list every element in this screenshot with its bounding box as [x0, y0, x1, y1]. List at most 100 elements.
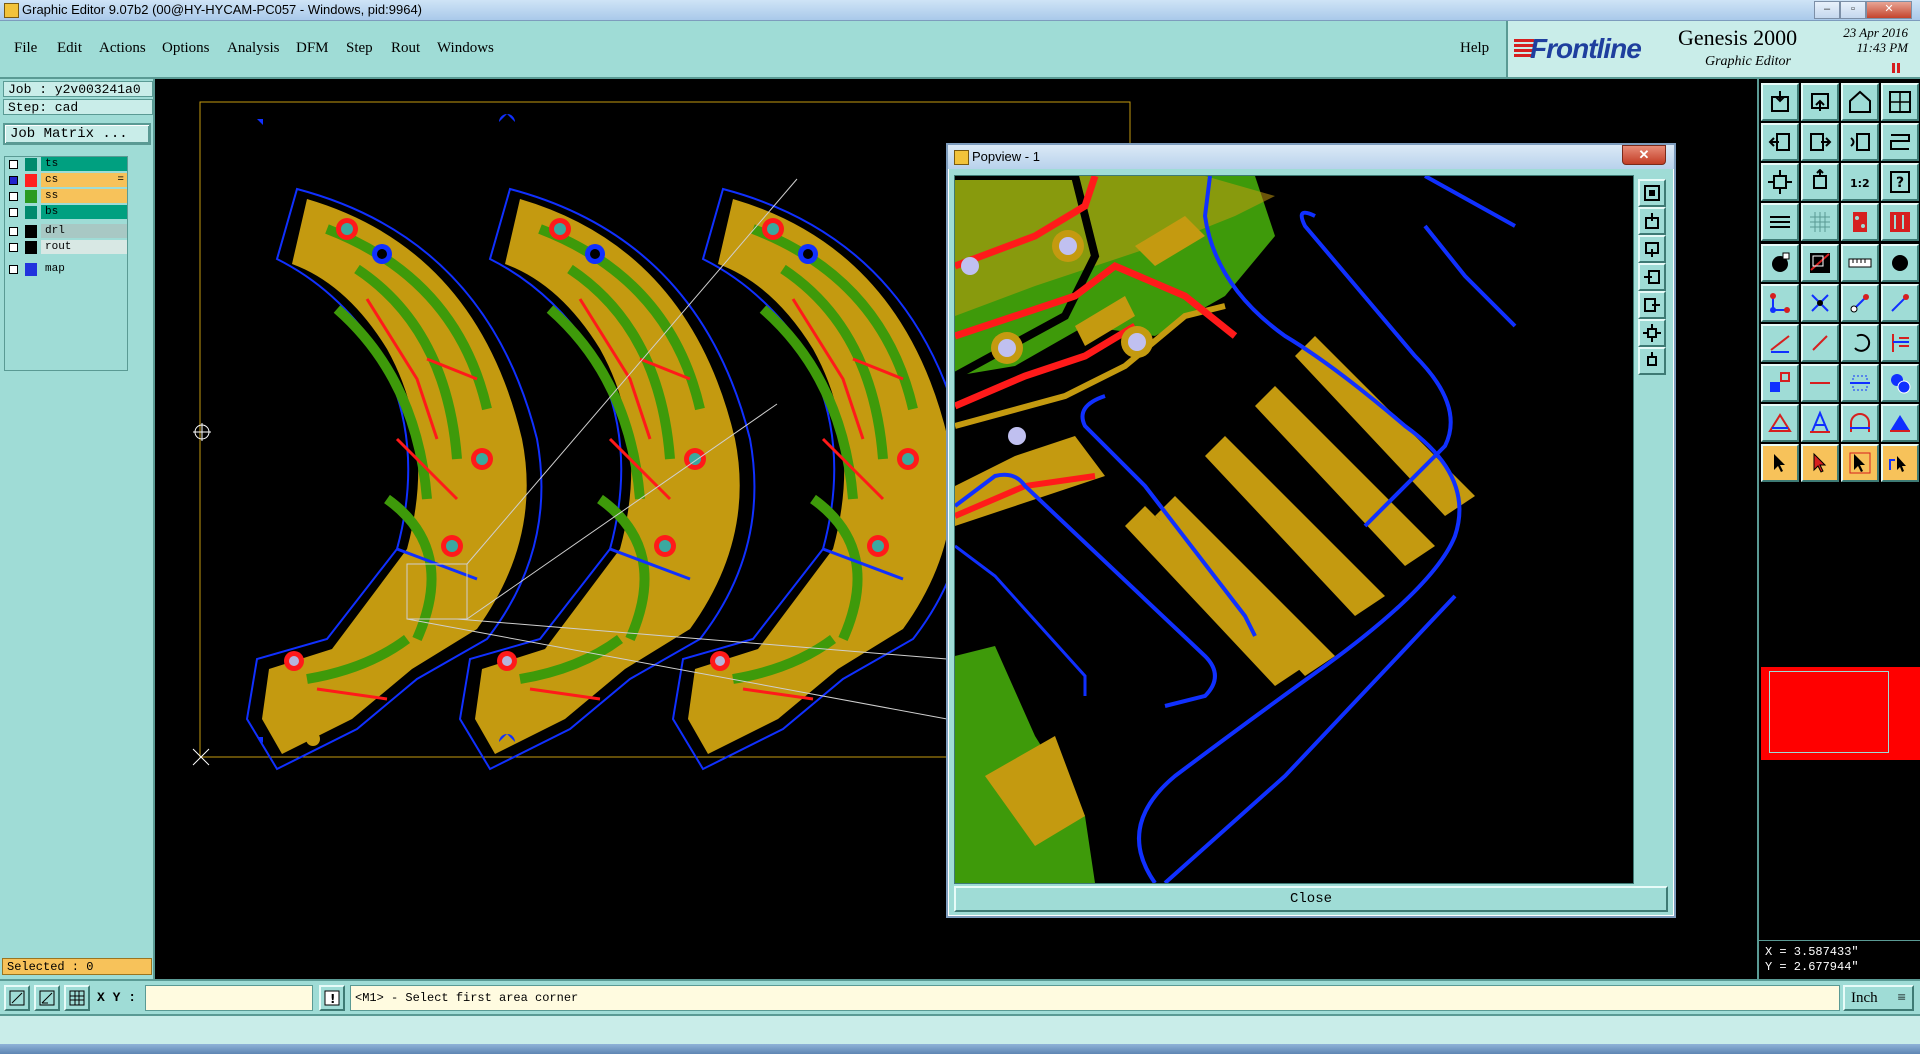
help-query-icon[interactable]: ? [1881, 163, 1919, 201]
layer-compare-icon[interactable] [1841, 203, 1879, 241]
zoom-fit-icon[interactable] [1761, 163, 1799, 201]
job-matrix-button[interactable]: Job Matrix ... [3, 123, 151, 145]
redraw-icon[interactable] [1841, 123, 1879, 161]
measure-mode-icon[interactable] [34, 985, 60, 1011]
arc-surface-icon[interactable] [1841, 404, 1879, 442]
resize-feature-icon[interactable] [1761, 364, 1799, 402]
layer-checkbox[interactable] [9, 243, 18, 252]
layer-color-swatch[interactable] [25, 263, 37, 276]
grid-snap-icon[interactable] [64, 985, 90, 1011]
layer-checkbox[interactable] [9, 227, 18, 236]
menu-edit[interactable]: Edit [57, 40, 82, 57]
popview-pan-right-icon[interactable] [1638, 291, 1666, 319]
layer-row-cs[interactable]: cs = [5, 173, 127, 188]
popview-zoom-in-icon[interactable] [1638, 235, 1666, 263]
layer-checkbox[interactable] [9, 160, 18, 169]
popview-close-button[interactable]: Close [954, 886, 1668, 912]
grid-icon[interactable] [1801, 203, 1839, 241]
arc-icon[interactable] [1841, 324, 1879, 362]
zoom-home-icon[interactable] [1761, 83, 1799, 121]
parallel-lines-icon[interactable] [1881, 324, 1919, 362]
layer-row-bs[interactable]: bs [5, 205, 127, 220]
delete-node-icon[interactable] [1801, 284, 1839, 322]
diagonal-line-icon[interactable] [1801, 324, 1839, 362]
layer-row-map[interactable]: map [5, 262, 127, 277]
layer-color-swatch[interactable] [25, 241, 37, 254]
select-pointer-icon[interactable] [1761, 444, 1799, 482]
xy-input[interactable] [145, 985, 313, 1011]
select-net-icon[interactable] [1841, 444, 1879, 482]
horizontal-line-icon[interactable] [1801, 364, 1839, 402]
surface-icon[interactable] [1761, 404, 1799, 442]
pattern-icon[interactable] [1881, 404, 1919, 442]
menu-actions[interactable]: Actions [99, 40, 146, 57]
popview-zoom-home-icon[interactable] [1638, 207, 1666, 235]
menu-file[interactable]: File [14, 40, 37, 57]
popview-zoomed-drawing[interactable] [955, 176, 1633, 883]
snap-icon[interactable] [1881, 123, 1919, 161]
zoom-out-icon[interactable] [1801, 163, 1839, 201]
snap-grid-icon[interactable] [1841, 364, 1879, 402]
zoom-area-icon[interactable] [4, 985, 30, 1011]
home-view-icon[interactable] [1841, 83, 1879, 121]
layer-color-swatch[interactable] [25, 206, 37, 219]
pan-left-icon[interactable] [1761, 123, 1799, 161]
draw-line-icon[interactable] [1801, 244, 1839, 282]
minimize-icon[interactable]: – [1814, 1, 1840, 19]
select-polygon-icon[interactable] [1881, 444, 1919, 482]
layer-checkbox[interactable] [9, 192, 18, 201]
layer-checkbox[interactable] [9, 176, 18, 185]
brand-area: Frontline Genesis 2000 Graphic Editor 23… [1506, 21, 1920, 79]
slant-line-icon[interactable] [1761, 324, 1799, 362]
scale-ratio-icon[interactable]: 1:2 [1841, 163, 1879, 201]
pan-right-icon[interactable] [1801, 123, 1839, 161]
layer-row-ss[interactable]: ss [5, 189, 127, 204]
menu-options[interactable]: Options [162, 40, 210, 57]
layer-checkbox[interactable] [9, 208, 18, 217]
layer-row-rout[interactable]: rout [5, 240, 127, 255]
connect-nodes-icon[interactable] [1761, 284, 1799, 322]
net-highlight-icon[interactable] [1881, 203, 1919, 241]
menu-dfm[interactable]: DFM [296, 40, 329, 57]
layer-name: ts [41, 157, 127, 171]
maximize-icon[interactable]: ▫ [1840, 1, 1866, 19]
overview-map[interactable] [1761, 667, 1920, 760]
warning-icon[interactable]: ! [319, 985, 345, 1011]
text-feature-icon[interactable] [1801, 404, 1839, 442]
menu-step[interactable]: Step [346, 40, 373, 57]
layer-color-swatch[interactable] [25, 225, 37, 238]
popview-zoom-window-icon[interactable] [1638, 179, 1666, 207]
pad-icon[interactable] [1881, 244, 1919, 282]
zoom-in-icon[interactable] [1801, 83, 1839, 121]
layer-row-ts[interactable]: ts [5, 157, 127, 172]
layer-checkbox[interactable] [9, 265, 18, 274]
layer-name: map [41, 262, 127, 276]
window-split-icon[interactable] [1881, 83, 1919, 121]
measure-icon[interactable] [1761, 203, 1799, 241]
copy-feature-icon[interactable] [1881, 364, 1919, 402]
overview-viewport-frame[interactable] [1769, 671, 1889, 753]
popview-close-icon[interactable]: ✕ [1622, 145, 1666, 165]
menu-rout[interactable]: Rout [391, 40, 420, 57]
layer-color-swatch[interactable] [25, 158, 37, 171]
menu-help[interactable]: Help [1460, 40, 1489, 57]
menu-analysis[interactable]: Analysis [227, 40, 280, 57]
popview-pan-left-icon[interactable] [1638, 263, 1666, 291]
ruler-icon[interactable] [1841, 244, 1879, 282]
popview-canvas[interactable] [954, 175, 1634, 884]
layer-row-drl[interactable]: drl [5, 224, 127, 239]
popview-zoom-fit-icon[interactable] [1638, 319, 1666, 347]
add-feature-icon[interactable] [1761, 244, 1799, 282]
extend-line-icon[interactable] [1881, 284, 1919, 322]
layer-color-swatch[interactable] [25, 190, 37, 203]
popview-zoom-out-icon[interactable] [1638, 347, 1666, 375]
move-node-icon[interactable] [1841, 284, 1879, 322]
company-logo: Frontline [1530, 33, 1642, 64]
close-icon[interactable]: ✕ [1866, 1, 1912, 19]
popview-title-bar[interactable]: Popview - 1 ✕ [948, 145, 1674, 169]
menu-windows[interactable]: Windows [437, 40, 494, 57]
unit-selector[interactable]: Inch ≡ [1843, 985, 1914, 1011]
select-area-icon[interactable] [1801, 444, 1839, 482]
layer-color-swatch[interactable] [25, 174, 37, 187]
cursor-coordinates: X = 3.587433" Y = 2.677944" [1759, 940, 1920, 977]
